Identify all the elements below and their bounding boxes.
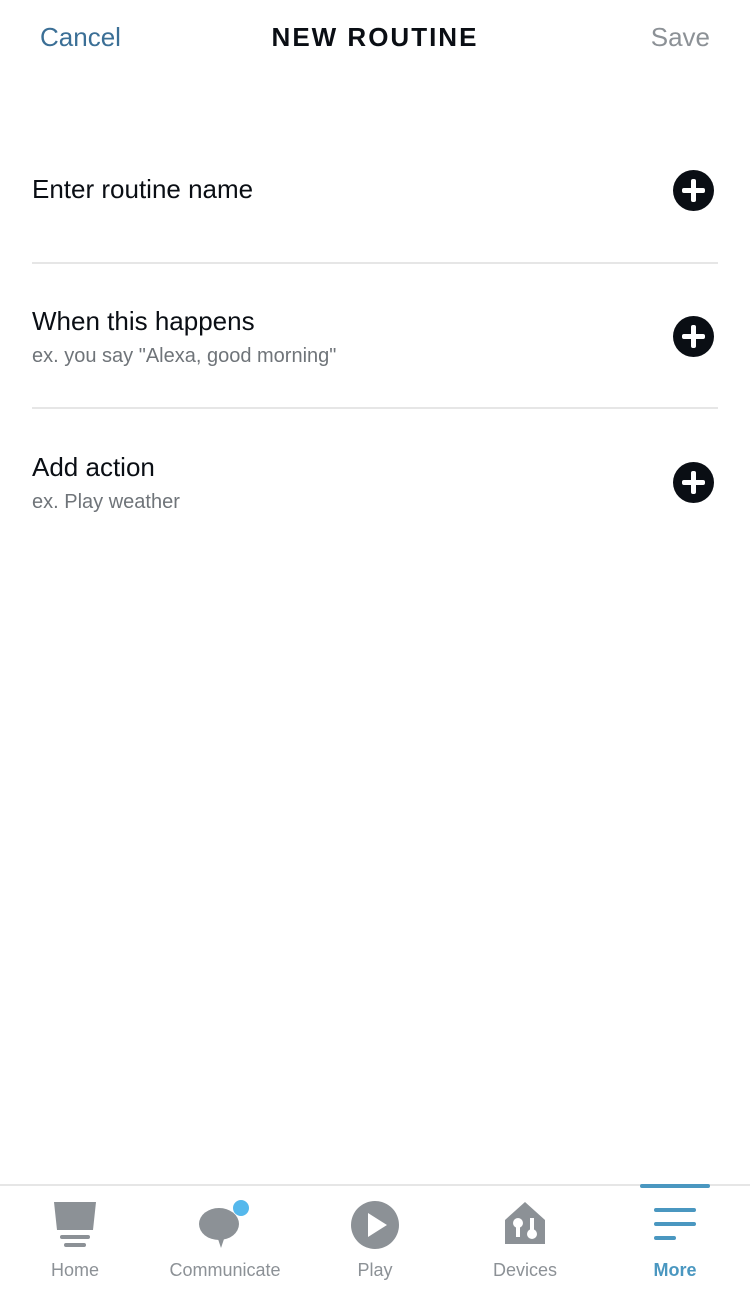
tab-more[interactable]: More <box>600 1184 750 1290</box>
divider <box>32 262 718 264</box>
tab-devices[interactable]: Devices <box>450 1186 600 1290</box>
tab-label: Home <box>50 1260 99 1280</box>
header: Cancel NEW ROUTINE Save <box>0 0 750 80</box>
tab-label: Devices <box>492 1260 558 1280</box>
tab-label: Communicate <box>169 1260 281 1280</box>
add-trigger-icon[interactable] <box>673 316 714 357</box>
add-action-icon[interactable] <box>673 462 714 503</box>
tab-home[interactable]: Home <box>0 1186 150 1290</box>
action-row[interactable]: Add action ex. Play weather <box>32 452 718 514</box>
routine-name-label: Enter routine name <box>32 174 254 204</box>
save-button[interactable]: Save <box>651 22 710 53</box>
notification-badge <box>233 1200 249 1216</box>
home-icon <box>54 1202 96 1247</box>
action-label: Add action <box>32 452 155 482</box>
page-title: NEW ROUTINE <box>271 22 479 52</box>
tab-label: More <box>653 1260 697 1280</box>
play-icon <box>351 1201 399 1249</box>
tab-communicate[interactable]: Communicate <box>150 1186 300 1290</box>
communicate-icon <box>199 1200 249 1248</box>
trigger-hint: ex. you say "Alexa, good morning" <box>32 345 337 367</box>
add-routine-name-icon[interactable] <box>673 170 714 211</box>
trigger-label: When this happens <box>32 306 255 336</box>
active-tab-indicator <box>640 1184 710 1188</box>
action-hint: ex. Play weather <box>32 491 180 513</box>
tab-label: Play <box>357 1260 393 1280</box>
divider <box>32 407 718 409</box>
bottom-tab-bar: Home Communicate Play Devices More <box>0 1184 750 1290</box>
devices-icon <box>505 1202 545 1244</box>
trigger-row[interactable]: When this happens ex. you say "Alexa, go… <box>32 306 718 368</box>
routine-name-row[interactable]: Enter routine name <box>32 170 718 211</box>
tab-play[interactable]: Play <box>300 1186 450 1290</box>
more-icon <box>654 1208 696 1240</box>
